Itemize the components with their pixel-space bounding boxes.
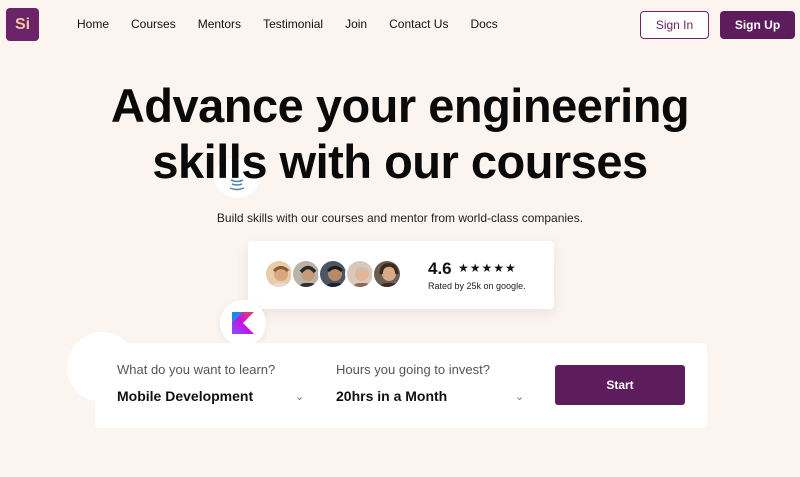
- rating-score: 4.6: [428, 259, 452, 278]
- chevron-down-icon[interactable]: ⌄: [295, 390, 304, 403]
- avatar: [291, 259, 321, 289]
- nav-home[interactable]: Home: [77, 17, 109, 31]
- nav-docs[interactable]: Docs: [470, 17, 497, 31]
- nav-courses[interactable]: Courses: [131, 17, 176, 31]
- sign-up-button[interactable]: Sign Up: [720, 11, 795, 39]
- main-menu: Home Courses Mentors Testimonial Join Co…: [77, 17, 520, 31]
- rating-stars: ★★★★★: [458, 261, 517, 275]
- avatar-group: [264, 259, 402, 289]
- course-search-card: What do you want to learn? Mobile Develo…: [95, 343, 707, 428]
- rating-card: 4.6 ★★★★★ Rated by 25k on google.: [248, 241, 554, 309]
- hero-title: Advance your engineering skills with our…: [0, 78, 800, 190]
- hours-select[interactable]: 20hrs in a Month: [336, 388, 447, 404]
- start-button[interactable]: Start: [555, 365, 685, 405]
- rating-caption: Rated by 25k on google.: [428, 281, 526, 291]
- nav-mentors[interactable]: Mentors: [198, 17, 241, 31]
- kotlin-icon: [220, 300, 266, 346]
- hours-label: Hours you going to invest?: [336, 362, 490, 377]
- nav-testimonial[interactable]: Testimonial: [263, 17, 323, 31]
- nav-contact-us[interactable]: Contact Us: [389, 17, 448, 31]
- hero-title-line-2: skills with our courses: [152, 135, 648, 188]
- avatar: [372, 259, 402, 289]
- learn-label: What do you want to learn?: [117, 362, 276, 377]
- hero-subtitle: Build skills with our courses and mentor…: [216, 211, 584, 225]
- avatar: [318, 259, 348, 289]
- hero-title-line-1: Advance your engineering: [110, 79, 690, 132]
- nav-join[interactable]: Join: [345, 17, 367, 31]
- brand-logo[interactable]: Si: [6, 8, 39, 41]
- avatar: [345, 259, 375, 289]
- top-nav: Si Home Courses Mentors Testimonial Join…: [0, 0, 800, 50]
- avatar: [264, 259, 294, 289]
- chevron-down-icon[interactable]: ⌄: [515, 390, 524, 403]
- sign-in-button[interactable]: Sign In: [640, 11, 709, 39]
- learn-select[interactable]: Mobile Development: [117, 388, 253, 404]
